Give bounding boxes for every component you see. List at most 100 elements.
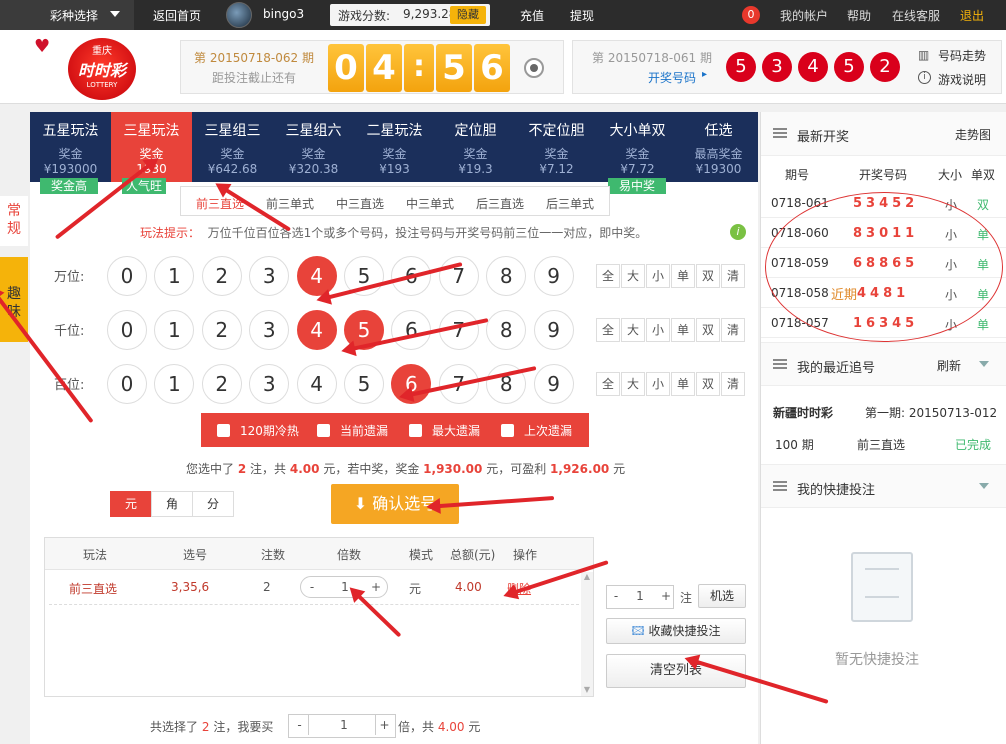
trend-link[interactable]: 号码走势 [938, 47, 986, 64]
filter-button[interactable]: 清 [721, 318, 745, 342]
plus-button[interactable]: + [657, 586, 675, 606]
nav-non-position[interactable]: 不定位胆 奖金 ¥7.12 [516, 112, 597, 182]
number-ball[interactable]: 2 [201, 256, 242, 296]
number-ball[interactable]: 5 [344, 364, 384, 404]
account-link[interactable]: 我的帐户 [780, 7, 828, 24]
tab-normal[interactable]: 常规 [0, 196, 28, 246]
stat-last-miss[interactable]: 上次遗漏 [501, 422, 572, 439]
tab-mid3-single[interactable]: 中三单式 [406, 195, 454, 212]
heart-icon[interactable]: ♥ [34, 36, 50, 57]
service-link[interactable]: 在线客服 [892, 7, 940, 24]
logo-sub: LOTTERY [86, 81, 118, 89]
save-quick-bet-label: 收藏快捷投注 [648, 624, 721, 638]
nav-five-star[interactable]: 五星玩法 奖金 ¥193000 [30, 112, 111, 182]
minus-button[interactable]: - [291, 715, 309, 735]
tab-back3-single[interactable]: 后三单式 [546, 195, 594, 212]
number-ball[interactable]: 8 [486, 256, 527, 296]
stat-current-miss[interactable]: 当前遗漏 [317, 422, 388, 439]
help-link[interactable]: 帮助 [847, 7, 871, 24]
recharge-link[interactable]: 充值 [520, 7, 544, 24]
filter-button[interactable]: 单 [671, 264, 695, 288]
stat-max-miss[interactable]: 最大遗漏 [409, 422, 480, 439]
nav-position[interactable]: 定位胆 奖金 ¥19.3 [435, 112, 516, 182]
random-button[interactable]: 机选 [698, 584, 746, 608]
help-icon[interactable]: i [730, 224, 746, 240]
stat-hotcold[interactable]: 120期冷热 [217, 422, 299, 439]
filter-button[interactable]: 大 [621, 318, 645, 342]
number-ball[interactable]: 2 [201, 364, 242, 404]
checkbox[interactable] [217, 424, 230, 437]
filter-button[interactable]: 大 [621, 264, 645, 288]
unit-yuan[interactable]: 元 [110, 491, 152, 517]
tab-front3-single[interactable]: 前三单式 [266, 195, 314, 212]
number-ball[interactable]: 9 [533, 310, 574, 350]
chevron-down-icon[interactable] [979, 483, 989, 489]
filter-button[interactable]: 大 [621, 372, 645, 396]
home-link[interactable]: 返回首页 [153, 7, 201, 24]
multiple-stepper: - 1 + [300, 576, 388, 598]
bets-value[interactable]: 1 [631, 586, 649, 606]
filter-button[interactable]: 清 [721, 372, 745, 396]
filter-button[interactable]: 小 [646, 372, 670, 396]
unit-fen[interactable]: 分 [192, 491, 234, 517]
order-multiple-value[interactable]: 1 [313, 715, 375, 735]
trend-chart-link[interactable]: 走势图 [955, 126, 991, 143]
number-ball[interactable]: 0 [107, 256, 147, 296]
filter-button[interactable]: 双 [696, 264, 720, 288]
nav-size-parity[interactable]: 大小单双 奖金 ¥7.72 [597, 112, 678, 182]
number-ball[interactable]: 4 [296, 256, 337, 296]
unit-jiao[interactable]: 角 [151, 491, 193, 517]
number-ball[interactable]: 4 [296, 310, 337, 350]
checkbox[interactable] [409, 424, 422, 437]
filter-button[interactable]: 双 [696, 372, 720, 396]
filter-button[interactable]: 双 [696, 318, 720, 342]
filter-button[interactable]: 小 [646, 264, 670, 288]
plus-button[interactable]: + [375, 715, 393, 735]
filter-button[interactable]: 全 [596, 372, 620, 396]
filter-button[interactable]: 清 [721, 264, 745, 288]
scrollbar[interactable]: ▲ ▼ [581, 572, 593, 696]
game-select-label[interactable]: 彩种选择 [50, 7, 98, 24]
filter-button[interactable]: 单 [671, 372, 695, 396]
filter-button[interactable]: 全 [596, 318, 620, 342]
nav-two-star[interactable]: 二星玩法 奖金 ¥193 [354, 112, 435, 182]
logout-link[interactable]: 退出 [960, 7, 984, 24]
row-mode: 元 [409, 582, 422, 596]
hide-button[interactable]: 隐藏 [450, 6, 486, 24]
tab-back3-direct[interactable]: 后三直选 [476, 195, 524, 212]
filter-button[interactable]: 全 [596, 264, 620, 288]
checkbox[interactable] [317, 424, 330, 437]
number-ball[interactable]: 3 [249, 364, 290, 404]
draw-label-link[interactable]: 开奖号码 [648, 69, 696, 86]
filter-button[interactable]: 小 [646, 318, 670, 342]
message-badge[interactable]: 0 [742, 6, 760, 24]
save-quick-bet-button[interactable]: 🖾 收藏快捷投注 [606, 618, 746, 644]
number-ball[interactable]: 9 [533, 256, 574, 296]
number-ball[interactable]: 2 [201, 310, 242, 350]
refresh-link[interactable]: 刷新 [937, 357, 961, 374]
checkbox[interactable] [501, 424, 514, 437]
tag-high-bonus: 奖金高 [40, 178, 98, 194]
number-ball[interactable]: 8 [486, 310, 527, 350]
filter-button[interactable]: 单 [671, 318, 695, 342]
plus-button[interactable]: + [367, 577, 385, 597]
tab-mid3-direct[interactable]: 中三直选 [336, 195, 384, 212]
sound-icon[interactable] [524, 58, 544, 78]
minus-button[interactable]: - [607, 586, 625, 606]
logo-city: 重庆 [92, 46, 112, 57]
number-ball[interactable]: 3 [249, 256, 290, 296]
minus-button[interactable]: - [303, 577, 321, 597]
withdraw-link[interactable]: 提现 [570, 7, 594, 24]
nav-three-group3[interactable]: 三星组三 奖金 ¥642.68 [192, 112, 273, 182]
chevron-down-icon[interactable] [979, 361, 989, 367]
number-ball[interactable]: 0 [107, 364, 147, 404]
col-total: 总额(元) [450, 548, 496, 562]
nav-optional[interactable]: 任选 最高奖金 ¥19300 [678, 112, 759, 182]
number-ball[interactable]: 4 [296, 364, 337, 404]
nav-three-group6[interactable]: 三星组六 奖金 ¥320.38 [273, 112, 354, 182]
number-ball[interactable]: 9 [533, 364, 574, 404]
number-ball[interactable]: 3 [249, 310, 290, 350]
bets-stepper: - 1 + [606, 585, 674, 609]
number-ball[interactable]: 0 [107, 310, 147, 350]
rules-link[interactable]: 游戏说明 [938, 71, 986, 88]
